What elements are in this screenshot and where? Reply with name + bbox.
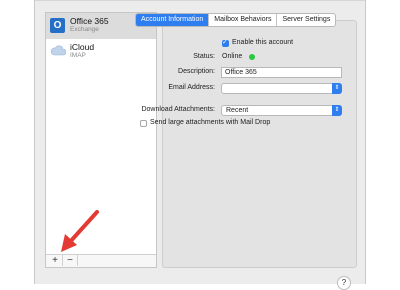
description-field[interactable]: Office 365 — [221, 67, 342, 78]
enable-account-checkbox[interactable] — [222, 38, 229, 47]
account-details-panel — [162, 20, 357, 268]
account-name: iCloud — [70, 42, 95, 52]
annotation-arrow — [61, 210, 99, 252]
mail-drop-checkbox[interactable] — [140, 120, 147, 127]
description-label: Description: — [178, 68, 215, 75]
office365-icon: O — [50, 18, 65, 33]
tab-mailbox-behaviors[interactable]: Mailbox Behaviors — [209, 14, 278, 26]
email-address-label: Email Address: — [168, 84, 215, 91]
tab-bar: Account Information Mailbox Behaviors Se… — [135, 13, 337, 27]
help-button[interactable]: ? — [337, 276, 351, 290]
account-icloud[interactable]: iCloud IMAP — [46, 39, 156, 65]
download-attachments-select[interactable]: Recent ⇕ — [221, 105, 342, 116]
download-attachments-value: Recent — [226, 107, 249, 114]
status-label: Status: — [193, 53, 215, 60]
mail-drop-label: Send large attachments with Mail Drop — [150, 119, 271, 126]
account-name: Office 365 — [70, 16, 109, 26]
cloud-icon — [50, 44, 67, 59]
enable-account-label: Enable this account — [232, 39, 294, 46]
tab-account-information[interactable]: Account Information — [136, 14, 210, 26]
account-type: Exchange — [70, 26, 99, 33]
chevron-updown-icon: ⇕ — [332, 83, 342, 94]
chevron-updown-icon: ⇕ — [332, 105, 342, 116]
preferences-window: O Office 365 Exchange iCloud IMAP + − Ac… — [34, 0, 366, 290]
email-address-select[interactable]: ⇕ — [221, 83, 342, 94]
account-type: IMAP — [70, 52, 86, 59]
window-top-border — [35, 0, 365, 1]
tab-server-settings[interactable]: Server Settings — [277, 14, 335, 26]
download-attachments-label: Download Attachments: — [141, 106, 215, 113]
status-online-dot — [249, 54, 255, 60]
status-value: Online — [222, 53, 243, 60]
